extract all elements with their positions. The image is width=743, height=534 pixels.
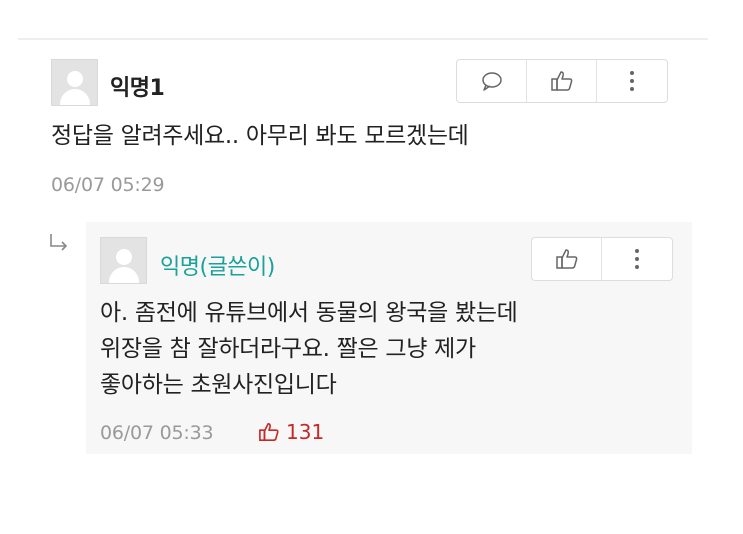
- reply-action-bar: [531, 237, 673, 281]
- reply-arrow-icon: [50, 234, 68, 251]
- reply-timestamp: 06/07 05:33: [100, 422, 214, 444]
- reply-like-button[interactable]: [532, 238, 602, 280]
- reply-more-button[interactable]: [602, 238, 672, 280]
- reply-avatar[interactable]: [100, 237, 147, 284]
- thumbs-up-icon: [550, 71, 572, 91]
- avatar[interactable]: [51, 59, 98, 106]
- reply-author[interactable]: 익명(글쓴이): [160, 249, 275, 281]
- reply-container: 익명(글쓴이) 아. 좀전에 유튜브에서 동물의 왕국을 봤는데 위장을 참 잘…: [86, 222, 692, 454]
- reply-button[interactable]: [457, 60, 527, 102]
- more-button[interactable]: [597, 60, 667, 102]
- reply-text-line: 좋아하는 초원사진입니다: [100, 372, 337, 398]
- more-vertical-icon: [635, 249, 639, 269]
- reply-icon: [481, 72, 502, 91]
- like-button[interactable]: [527, 60, 597, 102]
- comment-action-bar: [456, 59, 668, 103]
- top-divider: [18, 38, 708, 40]
- reply-text-line: 아. 좀전에 유튜브에서 동물의 왕국을 봤는데: [100, 300, 518, 326]
- comment-author[interactable]: 익명1: [110, 70, 165, 102]
- thumbs-up-icon: [259, 423, 279, 441]
- like-count-value: 131: [286, 420, 325, 444]
- reply-like-count[interactable]: 131: [258, 420, 324, 444]
- comment-timestamp: 06/07 05:29: [51, 174, 165, 196]
- thumbs-up-icon: [555, 249, 577, 269]
- more-vertical-icon: [630, 71, 634, 91]
- comment-text: 정답을 알려주세요.. 아무리 봐도 모르겠는데: [51, 123, 469, 149]
- reply-text-line: 위장을 참 잘하더라구요. 짤은 그냥 제가: [100, 336, 476, 362]
